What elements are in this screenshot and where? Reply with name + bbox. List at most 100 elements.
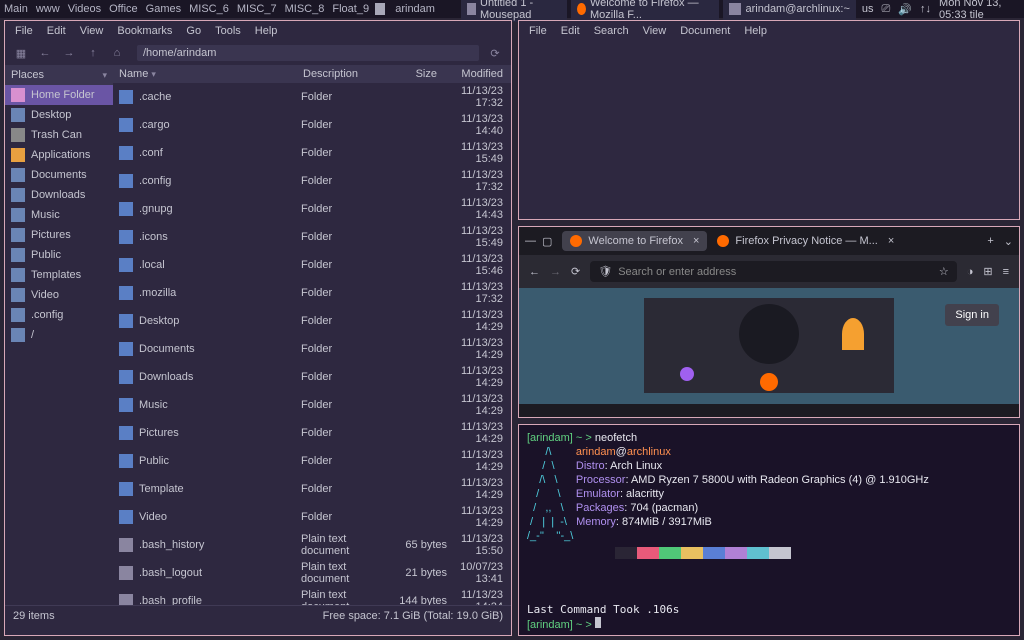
panel-menu-games[interactable]: Games [146, 3, 181, 15]
ff-reload-button[interactable]: ⟳ [571, 265, 580, 278]
menu-search[interactable]: Search [594, 25, 629, 37]
panel-menu-main[interactable]: Main [4, 3, 28, 15]
bookmark-star-icon[interactable]: ☆ [939, 265, 949, 278]
extensions-icon[interactable]: ⊞ [983, 265, 992, 278]
file-row[interactable]: PublicFolder11/13/23 14:29 [113, 447, 511, 475]
terminal-window[interactable]: [arindam] ~ > neofetch /\ arindam@archli… [518, 424, 1020, 636]
volume-icon[interactable]: 🔊 [898, 3, 912, 16]
sidebar-item-[interactable]: / [5, 325, 113, 345]
file-row[interactable]: VideoFolder11/13/23 14:29 [113, 503, 511, 531]
new-tab-button[interactable]: + [981, 235, 999, 247]
places-header[interactable]: Places▾ [5, 65, 113, 85]
color-swatch [681, 547, 703, 559]
browser-tab[interactable]: Welcome to Firefox× [562, 231, 707, 251]
menu-file[interactable]: File [529, 25, 547, 37]
minimize-button[interactable]: — [525, 235, 536, 248]
screen-icon[interactable]: ⎚ [882, 3, 891, 16]
dropdown-button[interactable]: ⌄ [1004, 235, 1013, 248]
kbd-layout[interactable]: us [862, 3, 874, 15]
path-bar[interactable]: /home/arindam [137, 45, 479, 61]
panel-menu-misc_8[interactable]: MISC_8 [285, 3, 325, 15]
file-row[interactable]: MusicFolder11/13/23 14:29 [113, 391, 511, 419]
sidebar-item-applications[interactable]: Applications [5, 145, 113, 165]
up-button[interactable]: ↑ [85, 47, 101, 59]
clock[interactable]: Mon Nov 13, 05:33 tile [939, 0, 1020, 21]
menu-bookmarks[interactable]: Bookmarks [117, 25, 172, 37]
sidebar-item-public[interactable]: Public [5, 245, 113, 265]
sidebar-item-homefolder[interactable]: Home Folder [5, 85, 113, 105]
sidebar-item-pictures[interactable]: Pictures [5, 225, 113, 245]
network-icon[interactable]: ↑↓ [920, 3, 931, 15]
sidebar-item-templates[interactable]: Templates [5, 265, 113, 285]
sidebar-item-config[interactable]: .config [5, 305, 113, 325]
panel-menu-office[interactable]: Office [109, 3, 138, 15]
menu-document[interactable]: Document [680, 25, 730, 37]
ff-back-button[interactable]: ← [529, 266, 540, 278]
task-button[interactable]: Welcome to Firefox — Mozilla F... [571, 0, 720, 22]
sidebar-item-video[interactable]: Video [5, 285, 113, 305]
signin-button[interactable]: Sign in [945, 304, 999, 326]
reload-button[interactable]: ⟳ [487, 47, 503, 60]
file-row[interactable]: .bash_profilePlain text document144 byte… [113, 587, 511, 605]
color-swatch [703, 547, 725, 559]
task-button[interactable]: Untitled 1 - Mousepad [461, 0, 567, 22]
menu-edit[interactable]: Edit [47, 25, 66, 37]
file-row[interactable]: .cacheFolder11/13/23 17:32 [113, 83, 511, 111]
file-row[interactable]: DesktopFolder11/13/23 14:29 [113, 307, 511, 335]
file-row[interactable]: .mozillaFolder11/13/23 17:32 [113, 279, 511, 307]
menu-file[interactable]: File [15, 25, 33, 37]
sidebar-item-downloads[interactable]: Downloads [5, 185, 113, 205]
sidebar-item-music[interactable]: Music [5, 205, 113, 225]
file-row[interactable]: .bash_historyPlain text document65 bytes… [113, 531, 511, 559]
account-icon[interactable]: ◑ [967, 266, 974, 278]
menu-go[interactable]: Go [186, 25, 201, 37]
file-row[interactable]: DocumentsFolder11/13/23 14:29 [113, 335, 511, 363]
col-modified[interactable]: Modified [443, 68, 511, 80]
file-row[interactable]: PicturesFolder11/13/23 14:29 [113, 419, 511, 447]
col-size[interactable]: Size [389, 68, 443, 80]
file-row[interactable]: .gnupgFolder11/13/23 14:43 [113, 195, 511, 223]
panel-menu-misc_6[interactable]: MISC_6 [189, 3, 229, 15]
sidebar-item-documents[interactable]: Documents [5, 165, 113, 185]
panel-menu-float_9[interactable]: Float_9 [332, 3, 369, 15]
folder-icon [119, 230, 133, 244]
file-row[interactable]: .bash_logoutPlain text document21 bytes1… [113, 559, 511, 587]
url-placeholder: Search or enter address [618, 266, 736, 278]
home-button[interactable]: ⌂ [109, 47, 125, 59]
new-tab-button[interactable]: ▦ [13, 47, 29, 60]
urlbar[interactable]: 🛡 Search or enter address ☆ [590, 261, 956, 282]
mousepad-icon [467, 3, 476, 15]
sidebar-item-trashcan[interactable]: Trash Can [5, 125, 113, 145]
menu-view[interactable]: View [643, 25, 667, 37]
panel-menu-videos[interactable]: Videos [68, 3, 101, 15]
panel-menu-misc_7[interactable]: MISC_7 [237, 3, 277, 15]
close-tab-button[interactable]: × [693, 235, 699, 247]
menu-help[interactable]: Help [255, 25, 278, 37]
forward-button[interactable]: → [61, 47, 77, 59]
ff-menu-button[interactable]: ≡ [1003, 266, 1009, 278]
maximize-button[interactable]: ▢ [542, 235, 552, 248]
menu-help[interactable]: Help [744, 25, 767, 37]
task-button[interactable]: arindam@archlinux:~ [723, 0, 855, 22]
menu-tools[interactable]: Tools [215, 25, 241, 37]
close-tab-button[interactable]: × [888, 235, 894, 247]
panel-folder-label[interactable]: arindam [395, 3, 435, 15]
menu-view[interactable]: View [80, 25, 104, 37]
menu-edit[interactable]: Edit [561, 25, 580, 37]
sidebar-item-desktop[interactable]: Desktop [5, 105, 113, 125]
file-row[interactable]: DownloadsFolder11/13/23 14:29 [113, 363, 511, 391]
file-row[interactable]: .cargoFolder11/13/23 14:40 [113, 111, 511, 139]
col-name[interactable]: Name ▾ [113, 68, 297, 80]
file-row[interactable]: .localFolder11/13/23 15:46 [113, 251, 511, 279]
file-row[interactable]: .iconsFolder11/13/23 15:49 [113, 223, 511, 251]
browser-tab[interactable]: Firefox Privacy Notice — M...× [709, 231, 902, 251]
file-row[interactable]: TemplateFolder11/13/23 14:29 [113, 475, 511, 503]
col-desc[interactable]: Description [297, 68, 389, 80]
mousepad-editor[interactable] [519, 41, 1019, 211]
ff-forward-button[interactable]: → [550, 266, 561, 278]
desk-icon [11, 108, 25, 122]
file-row[interactable]: .confFolder11/13/23 15:49 [113, 139, 511, 167]
back-button[interactable]: ← [37, 47, 53, 59]
file-row[interactable]: .configFolder11/13/23 17:32 [113, 167, 511, 195]
panel-menu-www[interactable]: www [36, 3, 60, 15]
